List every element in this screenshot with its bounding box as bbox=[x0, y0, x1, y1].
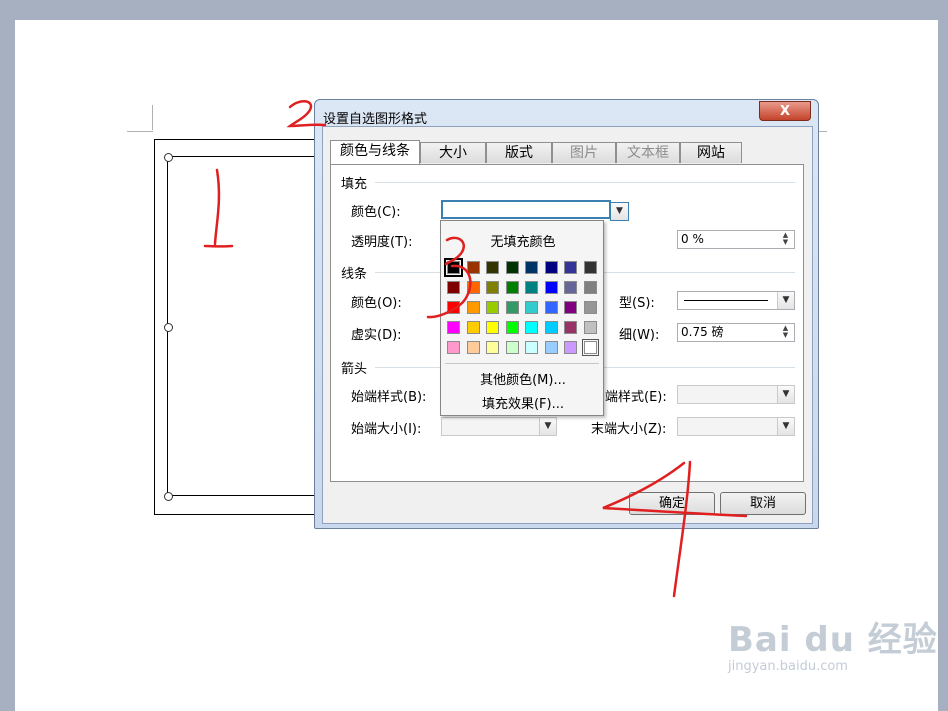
annotation-number-3 bbox=[426, 236, 472, 319]
baidu-logo: Bai du 经验 bbox=[728, 620, 938, 660]
watermark-url: jingyan.baidu.com bbox=[728, 659, 848, 674]
annotation-number-1 bbox=[203, 168, 234, 248]
watermark: Bai du 经验 jingyan.baidu.com bbox=[728, 612, 938, 674]
annotation-overlay bbox=[203, 100, 748, 598]
annotation-number-2 bbox=[286, 100, 327, 128]
tab-colors-and-lines[interactable]: 颜色与线条 bbox=[330, 140, 420, 164]
annotation-number-4 bbox=[602, 460, 748, 598]
